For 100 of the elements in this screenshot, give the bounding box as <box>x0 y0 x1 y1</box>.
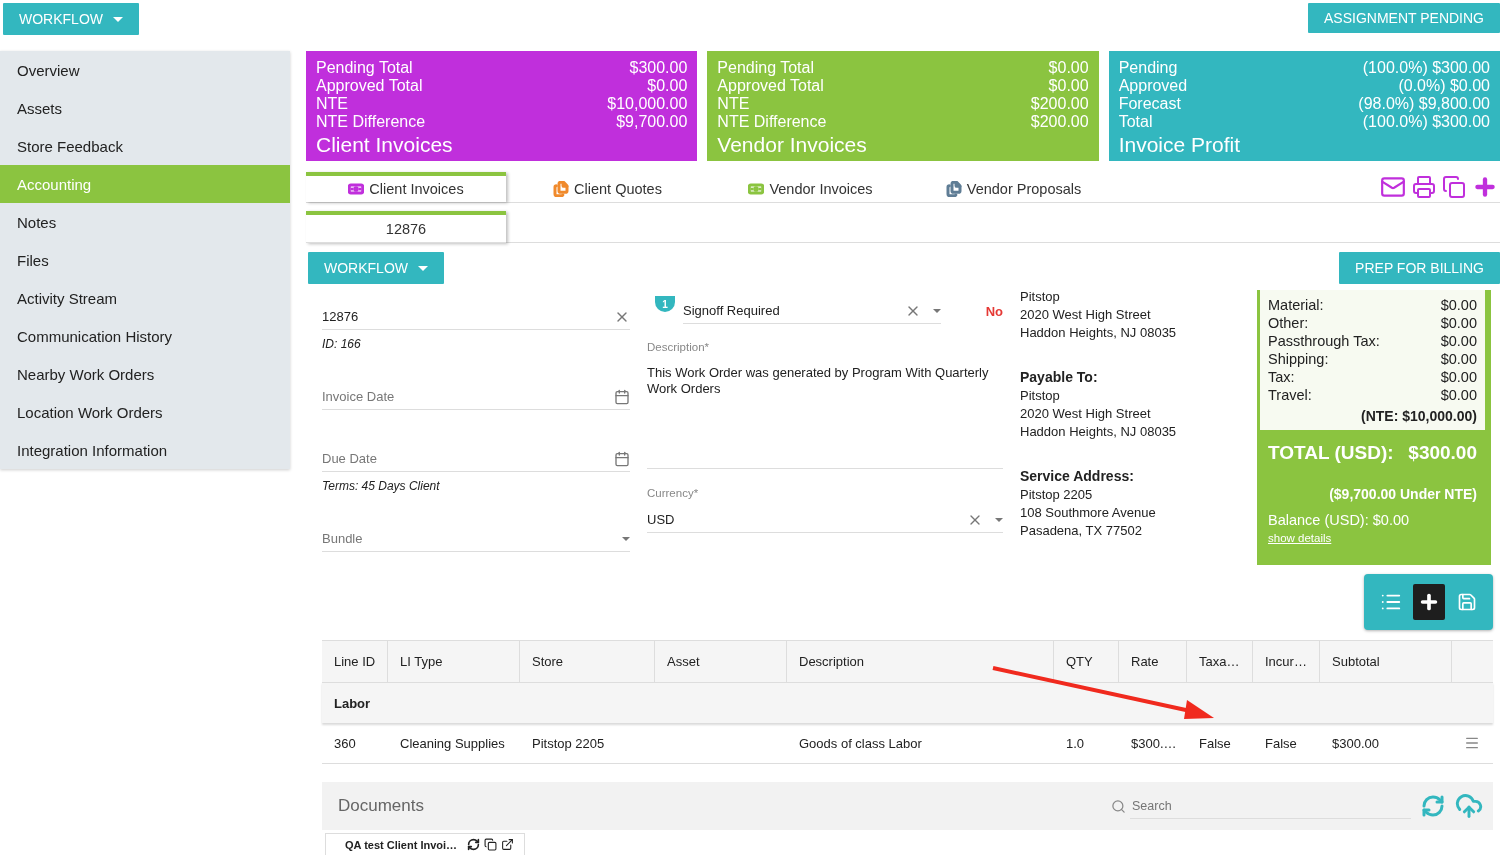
total-label: Other: <box>1268 314 1309 332</box>
summary-value: (0.0%) $0.00 <box>1398 77 1490 95</box>
summary-value: $0.00 <box>647 77 688 95</box>
caret-icon[interactable] <box>995 517 1003 522</box>
external-link-icon[interactable] <box>501 838 515 851</box>
total-label: Travel: <box>1268 386 1312 404</box>
sidebar-item[interactable]: Integration Information <box>0 431 290 469</box>
table-cell-text: Goods of class Labor <box>798 734 923 753</box>
tab[interactable]: Vendor Invoices <box>709 172 912 202</box>
summary-value: $0.00 <box>1048 77 1089 95</box>
sidebar-item[interactable]: Assets <box>0 89 290 127</box>
copy-icon[interactable] <box>484 838 498 851</box>
summary-value: (98.0%) $9,800.00 <box>1358 95 1490 113</box>
documents-title: Documents <box>338 796 424 816</box>
sidebar-item[interactable]: Communication History <box>0 317 290 355</box>
balance-text: Balance (USD): $0.00 <box>1267 511 1411 528</box>
add-button[interactable] <box>1412 584 1445 620</box>
summary-value: (100.0%) $300.00 <box>1362 113 1490 131</box>
summary-label: NTE Difference <box>316 113 426 131</box>
caret-icon[interactable] <box>622 536 630 541</box>
address-line: 2020 West High Street <box>1020 405 1152 423</box>
date-field[interactable]: Due Date <box>322 446 630 472</box>
summary-value: (100.0%) $300.00 <box>1362 59 1490 77</box>
address-line: Haddon Heights, NJ 08035 <box>1020 423 1178 441</box>
address-heading: Payable To: <box>1020 368 1099 387</box>
tab[interactable]: Vendor Proposals <box>912 172 1115 202</box>
description-field[interactable]: This Work Order was generated by Program With Quarterly Work Orders <box>647 365 1003 469</box>
save-icon <box>1456 592 1477 612</box>
total-label: Shipping: <box>1268 350 1329 368</box>
select-field[interactable]: Bundle <box>322 526 630 552</box>
total-value: $0.00 <box>1440 314 1477 332</box>
calendar-icon[interactable] <box>614 388 630 405</box>
summary-label: Pending <box>1118 59 1178 77</box>
caret-icon[interactable] <box>933 308 941 313</box>
summary-label: NTE Difference <box>717 113 827 131</box>
address-line: Pitstop 2205 <box>1020 486 1094 504</box>
date-field[interactable]: Invoice Date <box>322 384 630 410</box>
search-field[interactable]: Search <box>1130 793 1411 819</box>
table-cell-text: $300.… <box>1130 734 1178 753</box>
under-nte-amount: ($9,700.00 Under NTE) <box>1328 485 1478 502</box>
select-field[interactable]: USD <box>647 507 1003 533</box>
add-icon[interactable] <box>1472 174 1498 200</box>
sidebar-item[interactable]: Location Work Orders <box>0 393 290 431</box>
signoff-status: No <box>985 303 1003 319</box>
summary-label: Approved Total <box>316 77 423 95</box>
summary-value: $300.00 <box>629 59 688 77</box>
total-value: $300.00 <box>1408 442 1477 464</box>
total-label: Material: <box>1268 296 1324 314</box>
summary-label: Approved Total <box>717 77 824 95</box>
printer-icon[interactable] <box>1412 175 1436 199</box>
invoice-tab[interactable]: 12876 <box>306 211 506 243</box>
table-cell-text: $300.00 <box>1331 734 1380 753</box>
table-cell-text: 1.0 <box>1065 734 1086 753</box>
table-cell-text: False <box>1264 734 1298 753</box>
summary-label: Forecast <box>1118 95 1181 113</box>
summary-value: $9,700.00 <box>616 113 688 131</box>
document-name: QA test Client Invoi… <box>345 838 458 851</box>
input-field[interactable]: 12876 <box>322 304 630 330</box>
sidebar-item[interactable]: Activity Stream <box>0 279 290 317</box>
field-label: Currency* <box>647 487 700 499</box>
total-value: $0.00 <box>1440 368 1477 386</box>
summary-value: $10,000.00 <box>607 95 688 113</box>
search-icon <box>1111 798 1126 814</box>
summary-value: $200.00 <box>1030 95 1089 113</box>
select-field[interactable]: Signoff Required <box>683 298 941 324</box>
sidebar-item[interactable]: Store Feedback <box>0 127 290 165</box>
nte-amount: (NTE: $10,000.00) <box>1360 408 1477 424</box>
tab[interactable]: Client Invoices <box>306 172 506 202</box>
drag-handle-icon[interactable] <box>1464 735 1480 751</box>
refresh-icon[interactable] <box>467 838 481 851</box>
summary-label: NTE <box>316 95 348 113</box>
summary-title: Client Invoices <box>316 133 454 157</box>
summary-label: Approved <box>1118 77 1188 95</box>
group-row-label: Labor <box>322 682 1493 723</box>
total-label: Tax: <box>1268 368 1295 386</box>
table-cell-text: 360 <box>333 734 357 753</box>
sidebar-item[interactable]: Notes <box>0 203 290 241</box>
summary-value: $0.00 <box>1048 59 1089 77</box>
summary-title: Invoice Profit <box>1118 133 1242 157</box>
address-line: Haddon Heights, NJ 08035 <box>1020 324 1178 342</box>
calendar-icon[interactable] <box>614 450 630 467</box>
address-line: Pitstop <box>1020 387 1061 405</box>
sidebar-item[interactable]: Overview <box>0 51 290 89</box>
count-badge: 1 <box>655 296 675 312</box>
total-value: $0.00 <box>1440 332 1477 350</box>
total-label: Passthrough Tax: <box>1268 332 1380 350</box>
mail-icon[interactable] <box>1380 174 1406 200</box>
tab[interactable]: Client Quotes <box>506 172 709 202</box>
address-line: Pasadena, TX 77502 <box>1020 522 1143 540</box>
field-note: Terms: 45 Days Client <box>322 479 441 493</box>
total-label: TOTAL (USD): <box>1268 442 1394 464</box>
document-item[interactable]: QA test Client Invoi… <box>325 833 525 855</box>
summary-label: Pending Total <box>717 59 814 77</box>
sidebar-item[interactable]: Files <box>0 241 290 279</box>
summary-value: $200.00 <box>1030 113 1089 131</box>
summary-label: Pending Total <box>316 59 413 77</box>
summary-label: Total <box>1118 113 1153 131</box>
address-line: 108 Southmore Avenue <box>1020 504 1157 522</box>
total-value: $0.00 <box>1440 350 1477 368</box>
sidebar-item[interactable]: Nearby Work Orders <box>0 355 290 393</box>
